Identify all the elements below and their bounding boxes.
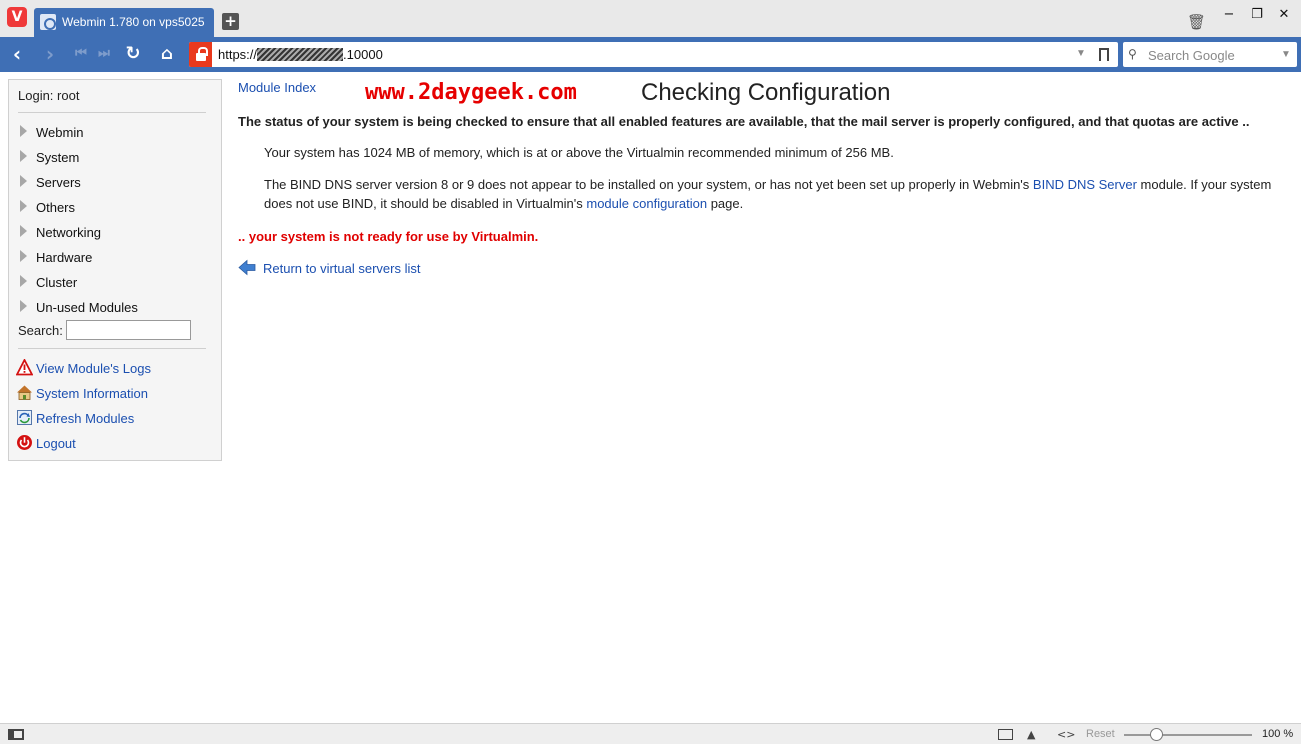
expand-arrow-icon	[20, 125, 27, 137]
zoom-level: 100 %	[1262, 728, 1294, 740]
webmin-sidebar: Login: root Webmin System Servers Others…	[8, 79, 222, 461]
browser-tab[interactable]: Webmin 1.780 on vps5025	[34, 8, 214, 37]
address-bar: ‹ › ⏮ ⏭ ↻ ⌂ https://.10000 ▼ ⚲ Search Go…	[0, 37, 1301, 72]
minimize-button[interactable]: −	[1221, 7, 1237, 23]
not-ready-message: .. your system is not ready for use by V…	[238, 229, 539, 244]
sidebar-divider	[18, 348, 206, 349]
category-label: Hardware	[36, 250, 93, 265]
module-search-input[interactable]	[66, 320, 191, 340]
zoom-slider-track[interactable]	[1124, 734, 1252, 736]
sidebar-divider	[18, 112, 206, 113]
expand-arrow-icon	[20, 275, 27, 287]
fast-forward-button[interactable]: ⏭	[93, 43, 115, 65]
panel-toggle-icon[interactable]	[8, 729, 24, 740]
insecure-lock-icon[interactable]	[189, 42, 212, 67]
tab-title: Webmin 1.780 on vps5025	[62, 15, 205, 29]
category-label: System	[36, 150, 80, 165]
status-heading: The status of your system is being check…	[238, 114, 1250, 129]
category-label: Others	[36, 200, 76, 215]
category-label: Un-used Modules	[36, 300, 138, 315]
reload-button[interactable]: ↻	[122, 43, 144, 65]
url-text[interactable]: https://.10000	[218, 47, 383, 62]
expand-arrow-icon	[20, 150, 27, 162]
search-field[interactable]: ⚲ Search Google ▼	[1123, 42, 1297, 67]
memory-message: Your system has 1024 MB of memory, which…	[264, 145, 894, 160]
url-history-dropdown-icon[interactable]: ▼	[1076, 48, 1086, 59]
page-actions-icon[interactable]: <>	[1057, 728, 1075, 741]
watermark: www.2daygeek.com	[365, 80, 577, 105]
link-label: System Information	[36, 386, 148, 401]
trash-icon[interactable]: 🗑	[1187, 13, 1206, 31]
module-index-link[interactable]: Module Index	[238, 80, 316, 95]
return-arrow-icon[interactable]	[238, 259, 256, 276]
browser-tab-bar: V Webmin 1.780 on vps5025 + 🗑 − ❐ ✕	[0, 0, 1301, 37]
page-title: Checking Configuration	[641, 79, 891, 106]
vivaldi-logo-icon[interactable]: V	[7, 7, 27, 27]
house-icon	[17, 385, 32, 400]
home-button[interactable]: ⌂	[156, 43, 178, 65]
bind-message: The BIND DNS server version 8 or 9 does …	[264, 177, 1272, 211]
new-tab-button[interactable]: +	[222, 13, 239, 30]
page-tiling-icon[interactable]	[998, 729, 1013, 740]
category-label: Networking	[36, 225, 102, 240]
bind-dns-server-link[interactable]: BIND DNS Server	[1033, 177, 1137, 192]
expand-arrow-icon	[20, 250, 27, 262]
expand-arrow-icon	[20, 175, 27, 187]
link-label: Logout	[36, 436, 76, 451]
link-label: Refresh Modules	[36, 411, 135, 426]
module-search-label: Search:	[18, 323, 63, 338]
rewind-button[interactable]: ⏮	[70, 43, 92, 65]
login-label: Login: root	[18, 88, 80, 103]
search-placeholder: Search Google	[1148, 48, 1235, 63]
category-label: Webmin	[36, 125, 84, 140]
close-window-button[interactable]: ✕	[1276, 7, 1292, 23]
link-label: View Module's Logs	[36, 361, 151, 376]
search-engine-dropdown-icon[interactable]: ▼	[1281, 49, 1291, 60]
zoom-reset-button[interactable]: Reset	[1086, 728, 1115, 740]
url-field[interactable]: https://.10000 ▼	[189, 42, 1118, 67]
category-label: Cluster	[36, 275, 78, 290]
restore-button[interactable]: ❐	[1249, 7, 1265, 23]
zoom-slider-knob[interactable]	[1149, 728, 1163, 741]
module-configuration-link[interactable]: module configuration	[586, 196, 707, 211]
category-label: Servers	[36, 175, 81, 190]
bookmark-icon[interactable]	[1099, 48, 1109, 61]
back-button[interactable]: ‹	[6, 43, 28, 65]
refresh-icon	[17, 410, 32, 425]
expand-arrow-icon	[20, 225, 27, 237]
expand-arrow-icon	[20, 200, 27, 212]
url-redaction	[257, 48, 344, 61]
forward-button[interactable]: ›	[39, 43, 61, 65]
warning-icon	[16, 359, 33, 376]
return-to-virtual-servers-link[interactable]: Return to virtual servers list	[263, 261, 421, 276]
webmin-favicon-icon	[40, 14, 56, 30]
image-toggle-icon[interactable]: ▲	[1027, 728, 1043, 741]
power-icon	[17, 435, 32, 450]
search-engine-icon[interactable]: ⚲	[1128, 47, 1137, 61]
browser-status-bar: ▲ <> Reset 100 %	[0, 723, 1301, 744]
expand-arrow-icon	[20, 300, 27, 312]
